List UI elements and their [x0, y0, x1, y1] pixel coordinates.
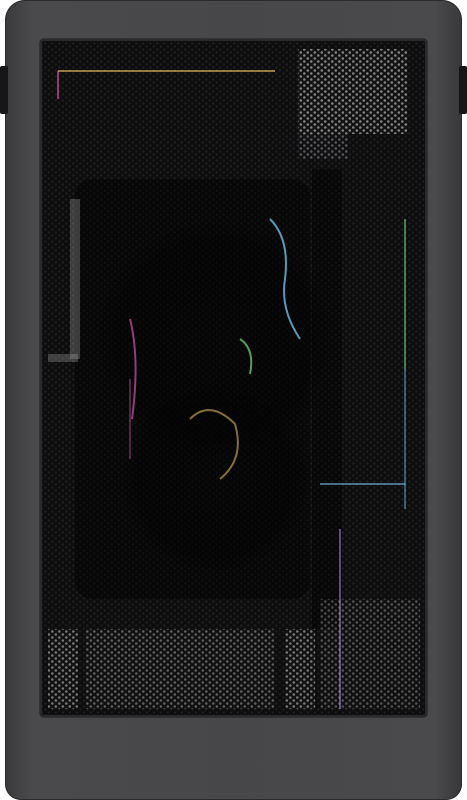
bracket-left — [70, 199, 80, 359]
mesh-front-panel — [40, 39, 427, 717]
bracket-left-foot — [48, 354, 78, 362]
side-cutout-left — [0, 66, 8, 114]
lower-center-light — [85, 629, 275, 709]
lower-right-light — [320, 599, 420, 709]
lower-mid-light — [285, 629, 315, 709]
side-cutout-right — [459, 66, 467, 114]
internal-connector-tail — [298, 134, 348, 159]
pc-case-photo — [0, 0, 467, 800]
mesh-graphic — [40, 39, 427, 717]
internal-connector-block — [298, 49, 408, 134]
psu-shadow — [312, 169, 342, 629]
fan-shadow-bottom — [120, 384, 310, 574]
lower-left-light — [48, 629, 78, 709]
